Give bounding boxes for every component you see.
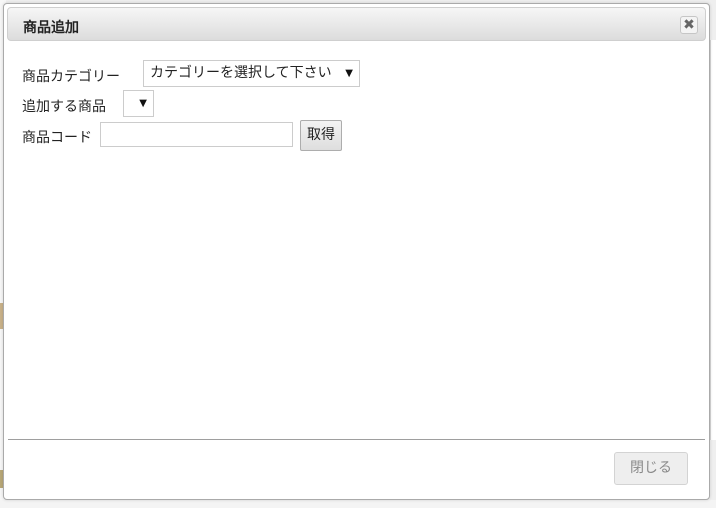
product-label: 追加する商品: [22, 99, 106, 115]
background-page-bottom: [0, 500, 716, 508]
dialog-title: 商品追加: [23, 20, 79, 36]
category-select[interactable]: カテゴリーを選択して下さい ▼: [143, 60, 360, 87]
product-select[interactable]: ▼: [123, 90, 154, 117]
category-label: 商品カテゴリー: [22, 69, 120, 85]
add-product-dialog: 商品追加 ✖ 商品カテゴリー カテゴリーを選択して下さい ▼ 追加する商品 ▼ …: [3, 3, 710, 500]
chevron-down-icon: ▼: [345, 68, 353, 79]
background-page-right: [710, 40, 716, 440]
chevron-down-icon: ▼: [139, 98, 147, 109]
product-code-label: 商品コード: [22, 130, 92, 146]
fetch-button[interactable]: 取得: [300, 120, 342, 151]
dialog-titlebar[interactable]: 商品追加 ✖: [7, 7, 706, 41]
product-code-input[interactable]: [100, 122, 293, 147]
footer-divider: [8, 439, 705, 440]
fetch-button-label: 取得: [307, 127, 335, 143]
close-button[interactable]: 閉じる: [614, 452, 688, 485]
close-icon: ✖: [683, 17, 695, 33]
dialog-close-button[interactable]: ✖: [680, 16, 698, 34]
category-select-value: カテゴリーを選択して下さい: [150, 65, 332, 81]
close-button-label: 閉じる: [630, 460, 672, 476]
